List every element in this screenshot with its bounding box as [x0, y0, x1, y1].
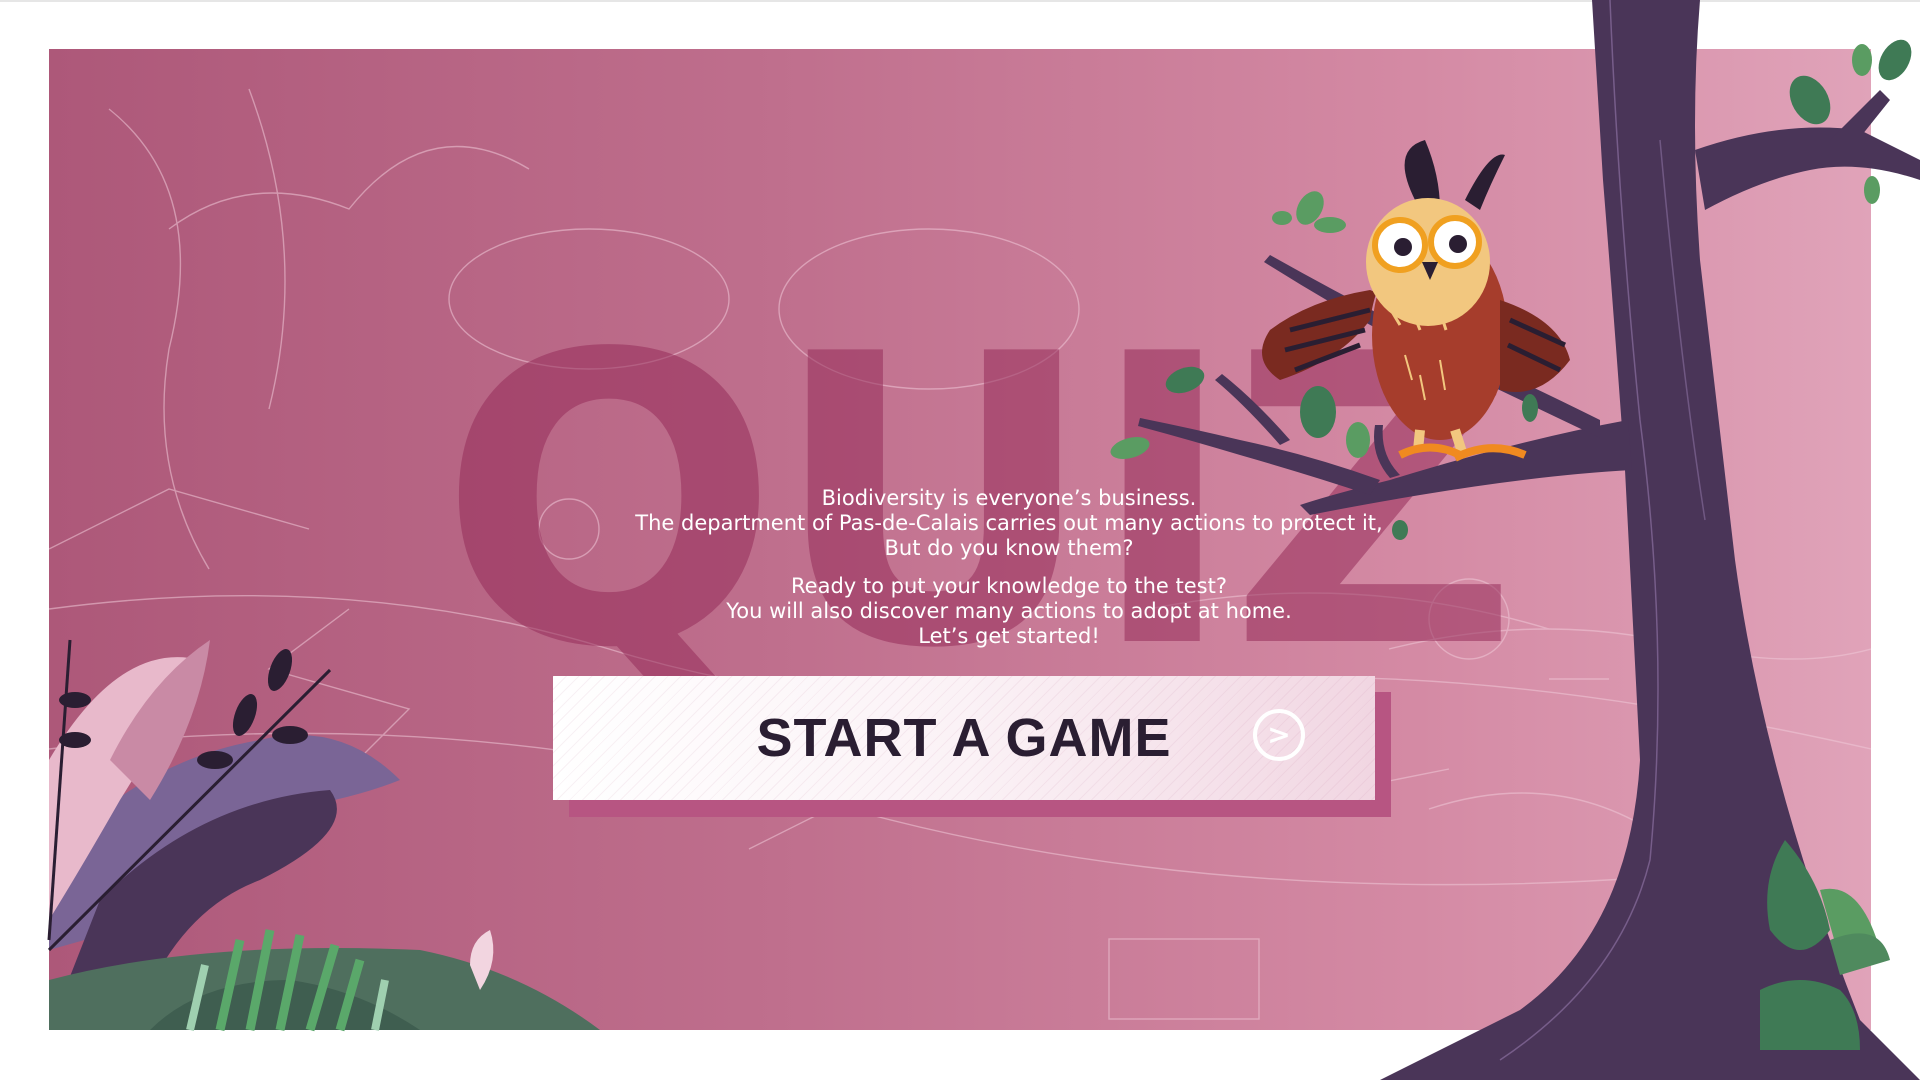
- intro-line-1: Biodiversity is everyone’s business.: [821, 486, 1197, 510]
- intro-line-2: The department of Pas-de-Calais carries …: [635, 511, 1383, 535]
- intro-line-6: Let’s get started!: [918, 624, 1100, 648]
- intro-line-4: Ready to put your knowledge to the test?: [791, 574, 1227, 598]
- start-game-label: START A GAME: [756, 708, 1172, 768]
- start-game-button[interactable]: START A GAME >: [553, 676, 1375, 800]
- intro-line-5: You will also discover many actions to a…: [726, 599, 1292, 623]
- arrow-right-circle-icon: >: [1253, 709, 1305, 761]
- top-border: [0, 0, 1920, 2]
- quiz-start-screen: QUIZ Biodiversity is everyone’s business…: [49, 49, 1871, 1030]
- intro-line-3: But do you know them?: [884, 536, 1134, 560]
- intro-text: Biodiversity is everyone’s business. The…: [499, 486, 1519, 649]
